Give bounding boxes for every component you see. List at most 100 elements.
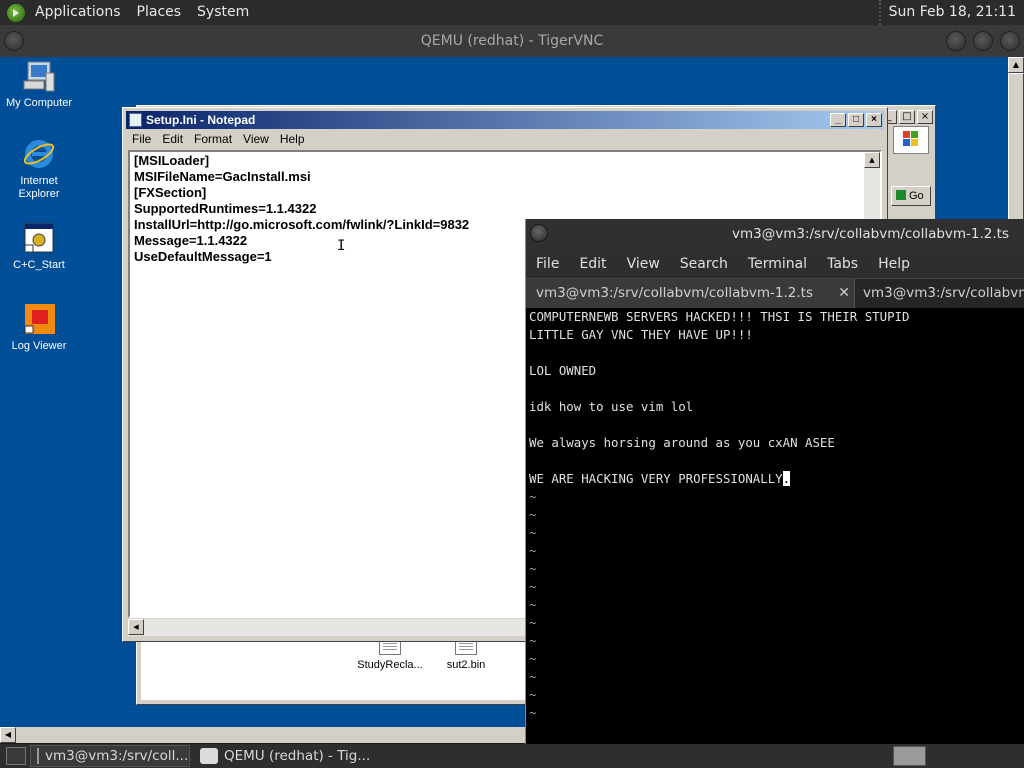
vim-empty-line-tilde: ~ xyxy=(529,543,537,558)
task-label: QEMU (redhat) - Tig... xyxy=(224,748,371,764)
vim-empty-line-tilde: ~ xyxy=(529,489,537,504)
notepad-menubar: File Edit Format View Help xyxy=(126,130,884,148)
notepad-maximize-button[interactable]: □ xyxy=(848,113,864,127)
minimize-button[interactable] xyxy=(946,31,966,51)
vim-empty-line-tilde: ~ xyxy=(529,705,537,720)
vim-empty-line-tilde: ~ xyxy=(529,507,537,522)
my-computer-icon xyxy=(22,59,56,93)
terminal-titlebar[interactable]: vm3@vm3:/srv/collabvm/collabvm-1.2.ts xyxy=(526,219,1024,250)
vim-empty-line-tilde: ~ xyxy=(529,561,537,576)
notepad-titlebar[interactable]: Setup.Ini - Notepad _ □ × xyxy=(126,111,884,129)
tab-label: vm3@vm3:/srv/collabvm/collabvm-1.2.ts xyxy=(536,285,814,301)
applications-logo-icon[interactable] xyxy=(7,3,25,22)
menu-view[interactable]: View xyxy=(237,130,274,148)
bottom-panel: vm3@vm3:/srv/coll... QEMU (redhat) - Tig… xyxy=(0,744,1024,768)
notepad-title: Setup.Ini - Notepad xyxy=(146,113,256,127)
c-c-start-icon xyxy=(22,221,56,255)
vnc-viewer-icon xyxy=(200,748,218,764)
terminal-tab-2[interactable]: vm3@vm3:/srv/collabvm/c xyxy=(854,279,1024,308)
vim-empty-line-tilde: ~ xyxy=(529,633,537,648)
go-arrow-icon xyxy=(896,190,906,200)
file-label: StudyRecla... xyxy=(357,659,423,671)
desktop-icon-label: Log Viewer xyxy=(11,340,67,352)
terminal-menu-edit[interactable]: Edit xyxy=(569,256,616,272)
desktop-icon-log-viewer[interactable]: Log Viewer xyxy=(1,302,77,352)
window-menu-icon[interactable] xyxy=(4,31,24,51)
terminal-menu-view[interactable]: View xyxy=(617,256,670,272)
terminal-line: LITTLE GAY VNC THEY HAVE UP!!! xyxy=(529,327,753,342)
go-button[interactable]: Go xyxy=(891,186,931,206)
terminal-line: LOL OWNED xyxy=(529,363,597,378)
scroll-up-arrow-icon[interactable]: ▲ xyxy=(864,152,880,168)
terminal-line: We always horsing around as you cxAN ASE… xyxy=(529,435,835,450)
taskbar-item-terminal[interactable]: vm3@vm3:/srv/coll... xyxy=(30,745,190,767)
desktop-icon-c-c-start[interactable]: C+C_Start xyxy=(1,221,77,271)
file-item[interactable]: sut2.bin xyxy=(426,637,506,671)
internet-explorer-icon xyxy=(22,137,56,171)
menu-applications[interactable]: Applications xyxy=(27,0,129,25)
notepad-icon xyxy=(129,113,142,127)
vim-empty-line-tilde: ~ xyxy=(529,669,537,684)
notepad-close-button[interactable]: × xyxy=(866,113,882,127)
desktop-icon-internet-explorer[interactable]: Internet Explorer xyxy=(1,137,77,201)
vim-empty-line-tilde: ~ xyxy=(529,651,537,666)
vim-empty-line-tilde: ~ xyxy=(529,525,537,540)
terminal-menu-file[interactable]: File xyxy=(526,256,569,272)
log-viewer-icon xyxy=(22,302,56,336)
tab-label: vm3@vm3:/srv/collabvm/c xyxy=(863,285,1024,301)
terminal-window[interactable]: vm3@vm3:/srv/collabvm/collabvm-1.2.ts Fi… xyxy=(525,219,1024,744)
close-tab-icon[interactable]: ✕ xyxy=(838,279,850,308)
menu-format[interactable]: Format xyxy=(188,130,237,148)
explorer-maximize-button[interactable]: □ xyxy=(899,110,915,124)
menu-system[interactable]: System xyxy=(189,0,257,25)
vim-empty-line-tilde: ~ xyxy=(529,597,537,612)
terminal-window-menu-icon[interactable] xyxy=(530,224,548,242)
maximize-button[interactable] xyxy=(973,31,993,51)
taskbar-item-vnc[interactable]: QEMU (redhat) - Tig... xyxy=(194,745,376,767)
terminal-output[interactable]: COMPUTERNEWB SERVERS HACKED!!! THSI IS T… xyxy=(526,308,1024,722)
vim-empty-line-tilde: ~ xyxy=(529,579,537,594)
explorer-close-button[interactable]: × xyxy=(917,110,933,124)
terminal-menu-help[interactable]: Help xyxy=(868,256,920,272)
menu-edit[interactable]: Edit xyxy=(156,130,188,148)
terminal-tab-bar: vm3@vm3:/srv/collabvm/collabvm-1.2.ts ✕ … xyxy=(526,279,1024,308)
vnc-titlebar[interactable]: QEMU (redhat) - TigerVNC xyxy=(0,25,1024,57)
scroll-thumb[interactable] xyxy=(1008,73,1024,223)
terminal-menu-tabs[interactable]: Tabs xyxy=(817,256,868,272)
main-menu: Applications Places System xyxy=(0,0,257,25)
terminal-menu-terminal[interactable]: Terminal xyxy=(738,256,817,272)
workspace-switcher[interactable] xyxy=(893,746,926,766)
file-label: sut2.bin xyxy=(446,659,486,671)
desktop-icon-label: My Computer xyxy=(5,97,73,109)
menu-places[interactable]: Places xyxy=(129,0,190,25)
terminal-icon xyxy=(37,748,39,764)
scroll-left-arrow-icon[interactable]: ◀ xyxy=(0,727,16,743)
file-item[interactable]: StudyRecla... xyxy=(350,637,430,671)
notepad-minimize-button[interactable]: _ xyxy=(830,113,846,127)
windows-logo-icon xyxy=(893,126,929,154)
scroll-left-arrow-icon[interactable]: ◀ xyxy=(128,619,144,635)
desktop-icon-label: C+C_Start xyxy=(13,259,65,271)
vnc-window-title: QEMU (redhat) - TigerVNC xyxy=(420,33,604,49)
close-button[interactable] xyxy=(1000,31,1020,51)
guest-horizontal-scrollbar[interactable]: ◀ xyxy=(0,727,525,743)
show-desktop-button[interactable] xyxy=(6,747,26,765)
clock[interactable]: Sun Feb 18, 21:11 xyxy=(878,0,1024,25)
terminal-tab-active[interactable]: vm3@vm3:/srv/collabvm/collabvm-1.2.ts ✕ xyxy=(526,279,854,308)
desktop-icon-label: Internet Explorer xyxy=(18,175,60,200)
terminal-line: WE ARE HACKING VERY PROFESSIONALLY. xyxy=(529,471,791,486)
terminal-menubar: File Edit View Search Terminal Tabs Help xyxy=(526,250,1024,279)
desktop-icon-my-computer[interactable]: My Computer xyxy=(1,59,77,109)
terminal-title: vm3@vm3:/srv/collabvm/collabvm-1.2.ts xyxy=(732,226,1010,242)
terminal-menu-search[interactable]: Search xyxy=(670,256,738,272)
task-label: vm3@vm3:/srv/coll... xyxy=(45,748,189,764)
scroll-up-arrow-icon[interactable]: ▲ xyxy=(1008,57,1024,73)
top-panel: Applications Places System Sun Feb 18, 2… xyxy=(0,0,1024,25)
menu-file[interactable]: File xyxy=(126,130,156,148)
menu-help[interactable]: Help xyxy=(274,130,310,148)
terminal-line: COMPUTERNEWB SERVERS HACKED!!! THSI IS T… xyxy=(529,309,910,324)
